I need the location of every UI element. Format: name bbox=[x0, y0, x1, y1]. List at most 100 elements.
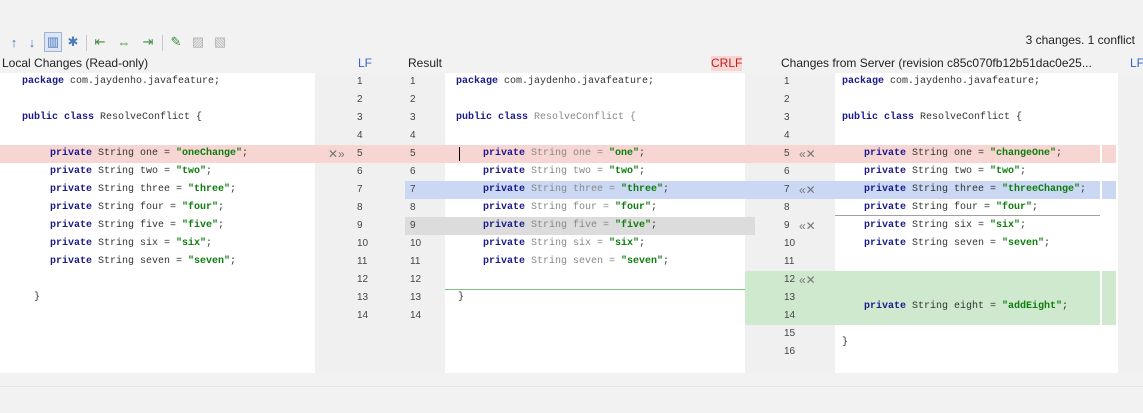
result-code-line-9: private String five = "five"; bbox=[483, 220, 658, 231]
right-line-number: 3 bbox=[784, 112, 790, 123]
apply-left-icon[interactable]: ⇤ bbox=[90, 32, 110, 52]
result-line-number: 6 bbox=[410, 166, 416, 177]
text-cursor bbox=[459, 147, 460, 161]
left-line-number: 6 bbox=[357, 166, 363, 177]
right-line-number: 6 bbox=[784, 166, 790, 177]
right-line-number: 10 bbox=[784, 238, 796, 249]
left-line-number: 1 bbox=[357, 76, 363, 87]
right-code-line-13: private String eight = "addEight"; bbox=[864, 301, 1069, 312]
left-line-number: 9 bbox=[357, 220, 363, 231]
left-code-line-8: private String four = "four"; bbox=[50, 202, 225, 213]
left-code-line-6: private String two = "two"; bbox=[50, 166, 213, 177]
accept-right-icon[interactable]: ▧ bbox=[210, 32, 230, 52]
magic-resolve-icon[interactable]: ✎ bbox=[166, 32, 186, 52]
toolbar-separator bbox=[86, 35, 87, 51]
right-line-number: 1 bbox=[784, 76, 790, 87]
result-code-line-6: private String two = "two"; bbox=[483, 166, 646, 177]
right-line-number: 8 bbox=[784, 202, 790, 213]
result-line-number: 12 bbox=[410, 274, 422, 285]
right-code-line-1: package com.jaydenho.javafeature; bbox=[842, 76, 1041, 87]
result-line-number: 8 bbox=[410, 202, 416, 213]
right-code-line-15: } bbox=[842, 337, 849, 348]
right-line-number: 2 bbox=[784, 94, 790, 105]
result-code-line-10: private String six = "six"; bbox=[483, 238, 646, 249]
left-code-line-11: private String seven = "seven"; bbox=[50, 256, 237, 267]
previous-difference-icon[interactable]: ↑ bbox=[6, 32, 22, 52]
settings-icon[interactable]: ✱ bbox=[64, 32, 82, 52]
right-code-line-3: public class ResolveConflict { bbox=[842, 112, 1023, 123]
toolbar-separator bbox=[162, 35, 163, 51]
right-line-number: 9 bbox=[784, 220, 790, 231]
right-code-line-5: private String one = "changeOne"; bbox=[864, 148, 1063, 159]
accept-right-change-icon[interactable]: «✕ bbox=[799, 181, 816, 199]
right-line-number: 7 bbox=[784, 184, 790, 195]
left-conflict-marker bbox=[0, 145, 14, 163]
result-code-line-7: private String three = "three"; bbox=[483, 184, 670, 195]
left-code-line-9: private String five = "five"; bbox=[50, 220, 225, 231]
left-line-separator[interactable]: LF bbox=[358, 56, 372, 71]
result-line-number: 11 bbox=[410, 256, 421, 267]
result-code-line-8: private String four = "four"; bbox=[483, 202, 658, 213]
right-pane-title: Changes from Server (revision c85c070fb1… bbox=[781, 56, 1092, 70]
left-line-number: 10 bbox=[357, 238, 369, 249]
right-line-number: 13 bbox=[784, 292, 796, 303]
columns-view-icon[interactable]: ▥ bbox=[44, 32, 62, 52]
result-line-number: 5 bbox=[410, 148, 416, 159]
result-inserted-line bbox=[445, 289, 745, 290]
right-line-number: 12 bbox=[784, 274, 796, 285]
right-code-line-9: private String six = "six"; bbox=[864, 220, 1027, 231]
left-pane-title: Local Changes (Read-only) bbox=[2, 56, 149, 70]
result-line-number: 10 bbox=[410, 238, 422, 249]
result-code-line-5: private String one = "one"; bbox=[483, 148, 646, 159]
right-gutter-modified-band bbox=[745, 181, 835, 199]
accept-right-change-icon[interactable]: «✕ bbox=[799, 217, 816, 235]
merge-window: ↑ ↓ ▥ ✱ ⇤ ⇔ ⇥ ✎ ▨ ▧ 3 changes. 1 conflic… bbox=[0, 0, 1143, 413]
left-line-number: 8 bbox=[357, 202, 363, 213]
result-line-number: 1 bbox=[410, 76, 416, 87]
right-conflict-marker bbox=[1102, 145, 1116, 163]
left-line-number: 13 bbox=[357, 292, 369, 303]
left-line-number: 2 bbox=[357, 94, 363, 105]
accept-left-icon[interactable]: ▨ bbox=[188, 32, 208, 52]
result-line-separator[interactable]: CRLF bbox=[711, 56, 743, 71]
result-code-line-3: public class ResolveConflict { bbox=[456, 112, 637, 123]
left-code-line-5: private String one = "oneChange"; bbox=[50, 148, 249, 159]
right-code-line-7: private String three = "threeChange"; bbox=[864, 184, 1087, 195]
apply-all-icon[interactable]: ⇔ bbox=[114, 32, 134, 52]
accept-right-change-icon[interactable]: «✕ bbox=[799, 145, 816, 163]
result-line-number: 9 bbox=[410, 220, 416, 231]
right-inserted-marker bbox=[1102, 271, 1116, 325]
right-code-line-10: private String seven = "seven"; bbox=[864, 238, 1051, 249]
right-gutter-conflict-band bbox=[745, 145, 835, 163]
right-line-separator[interactable]: LF bbox=[1130, 56, 1143, 71]
result-line-number: 3 bbox=[410, 112, 416, 123]
result-code-line-1: package com.jaydenho.javafeature; bbox=[456, 76, 655, 87]
accept-left-change-icon[interactable]: ✕» bbox=[328, 145, 345, 163]
left-line-number: 14 bbox=[357, 310, 369, 321]
right-line-number: 14 bbox=[784, 310, 796, 321]
left-line-number: 12 bbox=[357, 274, 369, 285]
result-code-line-11: private String seven = "seven"; bbox=[483, 256, 670, 267]
apply-right-icon[interactable]: ⇥ bbox=[138, 32, 158, 52]
toolbar: ↑ ↓ ▥ ✱ ⇤ ⇔ ⇥ ✎ ▨ ▧ bbox=[0, 32, 1143, 54]
next-difference-icon[interactable]: ↓ bbox=[24, 32, 40, 52]
accept-right-change-icon[interactable]: «✕ bbox=[799, 271, 816, 289]
right-line-number: 5 bbox=[784, 148, 790, 159]
result-pane-title: Result bbox=[408, 56, 443, 70]
left-code-line-7: private String three = "three"; bbox=[50, 184, 237, 195]
left-code-line-13: } bbox=[34, 292, 41, 303]
bottom-bar bbox=[0, 386, 1143, 413]
left-line-number: 7 bbox=[357, 184, 363, 195]
result-line-number: 13 bbox=[410, 292, 422, 303]
result-line-number: 2 bbox=[410, 94, 416, 105]
status-text: 3 changes. 1 conflict bbox=[1025, 33, 1135, 47]
left-line-number: 5 bbox=[357, 148, 363, 159]
left-line-number: 3 bbox=[357, 112, 363, 123]
result-line-number: 7 bbox=[410, 184, 416, 195]
right-scroll-gutter bbox=[1118, 73, 1143, 373]
result-line-number: 14 bbox=[410, 310, 422, 321]
result-code-line-13: } bbox=[458, 292, 465, 303]
right-modified-marker bbox=[1102, 181, 1116, 199]
left-code-line-10: private String six = "six"; bbox=[50, 238, 213, 249]
result-line-number: 4 bbox=[410, 130, 416, 141]
